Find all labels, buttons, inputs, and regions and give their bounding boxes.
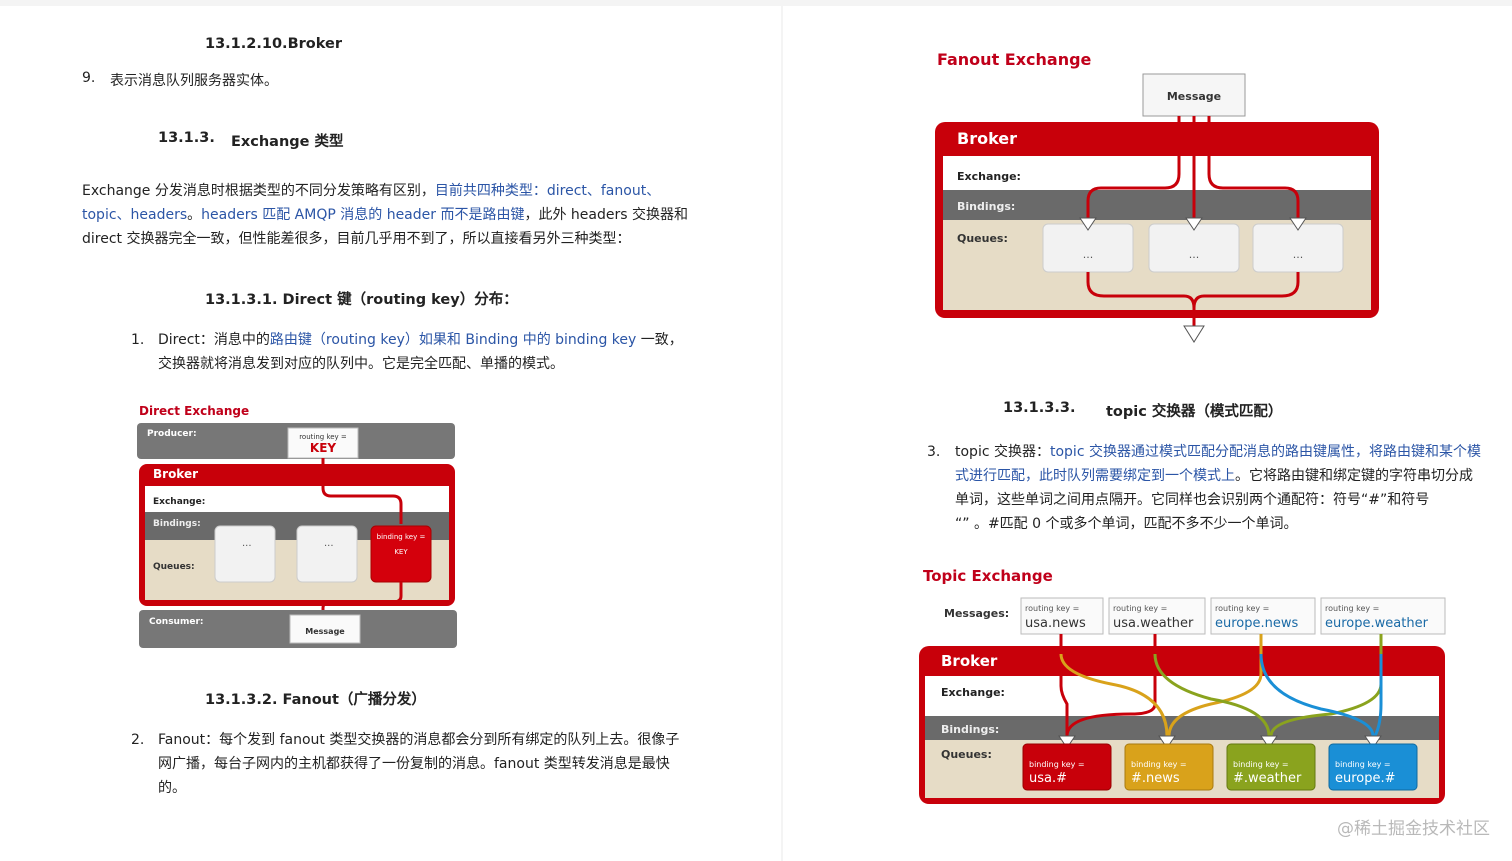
- exchange-para-text-4: direct 交换器完全一致，但性能差很多，目前几乎用不到了，所以直接看另外三种…: [82, 231, 631, 247]
- right-page: Fanout Exchange Message Broker Exchange:…: [783, 6, 1512, 861]
- fanout-bindings-label: Bindings:: [957, 200, 1015, 213]
- topic-item-line-3: 单词，这些单词之间用点隔开。它同样也会识别两个通配符：符号“#”和符号: [955, 492, 1430, 508]
- topic-item-text-2: 。它将路由键和绑定键的字符串切分成: [1235, 468, 1473, 484]
- topic-heading-title: topic 交换器（模式匹配）: [1106, 404, 1283, 420]
- fanout-heading: 13.1.3.2. Fanout（广播分发）: [205, 692, 426, 708]
- routing-key-message-1: routing key = usa.news: [1020, 597, 1104, 635]
- direct-heading: 13.1.3.1. Direct 键（routing key）分布：: [205, 292, 518, 308]
- queue-dots-1: ...: [242, 538, 252, 549]
- topic-binding-label-2: binding key =: [1131, 760, 1187, 769]
- broker-item-number: 9.: [82, 70, 96, 86]
- topic-item-highlight-1: topic 交换器通过模式匹配分配消息的路由键属性，将路由键和某个模: [1049, 444, 1481, 460]
- direct-item-text-3: 交换器就将消息发到对应的队列中。它是完全匹配、单播的模式。: [158, 356, 564, 372]
- direct-item-number: 1.: [131, 332, 145, 348]
- exchange-para-text-2: 。: [187, 207, 202, 223]
- topic-bindings-label: Bindings:: [941, 723, 999, 736]
- fanout-queues-label: Queues:: [957, 232, 1008, 245]
- fanout-item-line-1: Fanout：每个发到 fanout 类型交换器的消息都会分到所有绑定的队列上去…: [158, 732, 680, 748]
- fanout-exchange-diagram: Fanout Exchange Message Broker Exchange:…: [935, 50, 1379, 343]
- fanout-broker-label: Broker: [957, 129, 1017, 148]
- topic-binding-label-3: binding key =: [1233, 760, 1289, 769]
- binding-key-label: binding key =: [377, 533, 426, 541]
- routing-key-value-2: usa.weather: [1113, 616, 1194, 631]
- queue-box-2: [296, 525, 358, 583]
- topic-item-highlight-2: 式进行匹配，此时队列需要绑定到一个模式上: [955, 468, 1235, 484]
- direct-exchange-diagram: Direct Exchange Producer: routing key = …: [137, 404, 457, 648]
- fanout-item-number: 2.: [131, 732, 145, 748]
- binding-key-value: KEY: [394, 548, 408, 556]
- topic-binding-key-1: usa.#: [1029, 771, 1067, 786]
- topic-item-text: topic 交换器：topic 交换器通过模式匹配分配消息的路由键属性，将路由键…: [955, 440, 1505, 536]
- exchange-heading-number: 13.1.3.: [158, 130, 215, 146]
- exchange-heading-title: Exchange 类型: [231, 134, 344, 150]
- consumer-label: Consumer:: [149, 617, 203, 627]
- topic-messages-label: Messages:: [944, 607, 1009, 620]
- fanout-queue-dots-1: ...: [1083, 248, 1094, 261]
- topic-queue-weather: binding key = #.weather: [1226, 743, 1316, 791]
- fanout-message-label: Message: [1167, 90, 1221, 103]
- topic-binding-label-1: binding key =: [1029, 760, 1085, 769]
- topic-binding-key-2: #.news: [1131, 771, 1180, 786]
- topic-queues-label: Queues:: [941, 748, 992, 761]
- queue-dots-2: ...: [324, 538, 334, 549]
- topic-diagram-title: Topic Exchange: [923, 567, 1053, 585]
- exchange-para-highlight-1: 目前共四种类型：direct、fanout、: [434, 183, 661, 199]
- topic-binding-key-4: europe.#: [1335, 771, 1396, 786]
- exchange-para-highlight-2: topic、headers: [82, 207, 188, 223]
- topic-queue-europe: binding key = europe.#: [1328, 743, 1418, 791]
- fanout-exchange-label: Exchange:: [957, 170, 1021, 183]
- consumer-message-label: Message: [305, 627, 345, 636]
- routing-key-value-4: europe.weather: [1325, 616, 1429, 631]
- fanout-item-line-2: 网广播，每台子网内的主机都获得了一份复制的消息。fanout 类型转发消息是最快: [158, 756, 670, 772]
- topic-heading-number: 13.1.3.3.: [1003, 400, 1076, 416]
- topic-exchange-diagram: Topic Exchange Messages: routing key = u…: [919, 567, 1446, 804]
- routing-key-label-2: routing key =: [1113, 604, 1167, 613]
- routing-key-value-3: europe.news: [1215, 616, 1299, 631]
- producer-label: Producer:: [147, 429, 197, 439]
- producer-routing-key-value: KEY: [310, 441, 336, 455]
- fanout-diagram-title: Fanout Exchange: [937, 50, 1092, 69]
- topic-item-text-1: topic 交换器：: [955, 444, 1050, 460]
- routing-key-label-3: routing key =: [1215, 604, 1269, 613]
- fanout-item-line-3: 的。: [158, 780, 186, 796]
- topic-bindings-row: [925, 716, 1439, 740]
- direct-item-text-2: 一致，: [636, 332, 683, 348]
- topic-queue-usa: binding key = usa.#: [1022, 743, 1112, 791]
- broker-item-text: 表示消息队列服务器实体。: [110, 73, 278, 89]
- routing-key-label-1: routing key =: [1025, 604, 1079, 613]
- topic-broker-label: Broker: [941, 652, 998, 670]
- exchange-para-highlight-3: headers 匹配 AMQP 消息的 header 而不是路由键: [201, 207, 525, 223]
- queues-label: Queues:: [153, 562, 195, 572]
- exchange-para-text-1: Exchange 分发消息时根据类型的不同分发策略有区别，: [82, 183, 435, 199]
- broker-heading: 13.1.2.10.Broker: [205, 36, 342, 52]
- left-page: 13.1.2.10.Broker 9. 表示消息队列服务器实体。 13.1.3.…: [0, 6, 781, 861]
- fanout-queue-dots-3: ...: [1293, 248, 1304, 261]
- broker-label: Broker: [153, 467, 198, 481]
- routing-key-message-4: routing key = europe.weather: [1320, 597, 1446, 635]
- watermark: @稀土掘金技术社区: [1337, 819, 1490, 839]
- producer-routing-key-label: routing key =: [299, 433, 347, 441]
- exchange-paragraph: Exchange 分发消息时根据类型的不同分发策略有区别，目前共四种类型：dir…: [82, 179, 702, 251]
- topic-binding-label-4: binding key =: [1335, 760, 1391, 769]
- topic-item-number: 3.: [927, 444, 941, 460]
- direct-item-text-1: Direct：消息中的: [158, 332, 270, 348]
- direct-item-text: Direct：消息中的路由键（routing key）如果和 Binding 中…: [158, 328, 718, 376]
- exchange-label: Exchange:: [153, 497, 205, 507]
- routing-key-value-1: usa.news: [1025, 616, 1086, 631]
- topic-binding-key-3: #.weather: [1233, 771, 1302, 786]
- exchange-para-text-3: ，此外 headers 交换器和: [524, 207, 688, 223]
- topic-queue-news: binding key = #.news: [1124, 743, 1214, 791]
- direct-diagram-title: Direct Exchange: [139, 404, 249, 418]
- fanout-item-text: Fanout：每个发到 fanout 类型交换器的消息都会分到所有绑定的队列上去…: [158, 728, 718, 800]
- bindings-label: Bindings:: [153, 519, 201, 529]
- routing-key-label-4: routing key =: [1325, 604, 1379, 613]
- routing-key-message-3: routing key = europe.news: [1210, 597, 1316, 635]
- topic-item-line-4: “” 。#匹配 0 个或多个单词，匹配不多不少一个单词。: [955, 516, 1298, 532]
- direct-item-highlight: 路由键（routing key）如果和 Binding 中的 binding k…: [269, 332, 637, 348]
- fanout-queue-dots-2: ...: [1189, 248, 1200, 261]
- queue-box-1: [214, 525, 276, 583]
- topic-exchange-label: Exchange:: [941, 686, 1005, 699]
- routing-key-message-2: routing key = usa.weather: [1108, 597, 1206, 635]
